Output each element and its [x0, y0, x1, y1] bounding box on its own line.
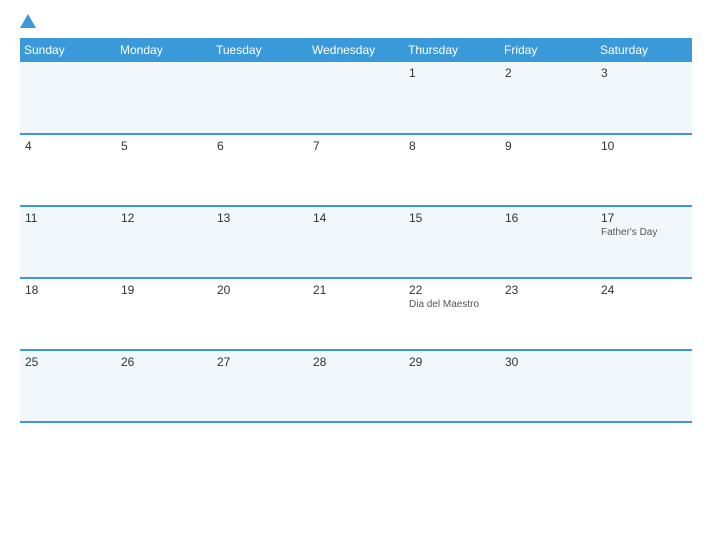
calendar-cell-empty [20, 62, 116, 134]
calendar-cell: 20 [212, 278, 308, 350]
calendar-cell: 23 [500, 278, 596, 350]
header [20, 16, 692, 28]
day-number: 9 [505, 139, 591, 153]
day-number: 30 [505, 355, 591, 369]
calendar-table: SundayMondayTuesdayWednesdayThursdayFrid… [20, 38, 692, 423]
calendar-cell: 30 [500, 350, 596, 422]
day-number: 1 [409, 66, 495, 80]
weekday-header: Saturday [596, 38, 692, 62]
calendar-cell [308, 62, 404, 134]
day-number: 20 [217, 283, 303, 297]
calendar-week-row: 18 19 20 21 22 Dia del Maestro 23 24 [20, 278, 692, 350]
weekday-header: Monday [116, 38, 212, 62]
calendar-cell: 1 [404, 62, 500, 134]
calendar-cell: 14 [308, 206, 404, 278]
weekday-header: Friday [500, 38, 596, 62]
calendar-cell: 26 [116, 350, 212, 422]
calendar-cell: 12 [116, 206, 212, 278]
calendar-cell: 25 [20, 350, 116, 422]
calendar-cell: 16 [500, 206, 596, 278]
day-number: 18 [25, 283, 111, 297]
calendar-cell: 28 [308, 350, 404, 422]
calendar-cell: 24 [596, 278, 692, 350]
day-number: 16 [505, 211, 591, 225]
event-label: Dia del Maestro [409, 299, 495, 311]
day-number: 4 [25, 139, 111, 153]
calendar-cell [596, 350, 692, 422]
calendar-cell: 3 [596, 62, 692, 134]
logo-blue-row [20, 16, 38, 28]
day-number: 2 [505, 66, 591, 80]
calendar-cell: 2 [500, 62, 596, 134]
calendar-cell: 4 [20, 134, 116, 206]
weekday-header-row: SundayMondayTuesdayWednesdayThursdayFrid… [20, 38, 692, 62]
day-number: 28 [313, 355, 399, 369]
calendar-cell: 27 [212, 350, 308, 422]
logo-triangle-icon [20, 14, 36, 28]
calendar-cell: 10 [596, 134, 692, 206]
calendar-cell: 22 Dia del Maestro [404, 278, 500, 350]
day-number: 14 [313, 211, 399, 225]
day-number: 6 [217, 139, 303, 153]
day-number: 5 [121, 139, 207, 153]
calendar-page: SundayMondayTuesdayWednesdayThursdayFrid… [0, 0, 712, 550]
calendar-cell: 5 [116, 134, 212, 206]
calendar-cell: 11 [20, 206, 116, 278]
calendar-cell: 29 [404, 350, 500, 422]
day-number: 12 [121, 211, 207, 225]
day-number: 23 [505, 283, 591, 297]
calendar-cell: 6 [212, 134, 308, 206]
day-number: 11 [25, 211, 111, 225]
day-number: 3 [601, 66, 687, 80]
calendar-cell [212, 62, 308, 134]
day-number: 29 [409, 355, 495, 369]
day-number: 19 [121, 283, 207, 297]
day-number: 24 [601, 283, 687, 297]
calendar-cell: 19 [116, 278, 212, 350]
day-number: 15 [409, 211, 495, 225]
day-number: 26 [121, 355, 207, 369]
calendar-week-row: 456789 10 [20, 134, 692, 206]
event-label: Father's Day [601, 227, 687, 239]
logo [20, 16, 38, 28]
weekday-header: Sunday [20, 38, 116, 62]
calendar-week-row: 11 12 13 14 15 16 17 Father's Day [20, 206, 692, 278]
calendar-cell: 9 [500, 134, 596, 206]
calendar-cell: 18 [20, 278, 116, 350]
day-number: 25 [25, 355, 111, 369]
weekday-header: Tuesday [212, 38, 308, 62]
day-number: 8 [409, 139, 495, 153]
calendar-cell: 7 [308, 134, 404, 206]
calendar-cell: 17 Father's Day [596, 206, 692, 278]
calendar-cell: 8 [404, 134, 500, 206]
calendar-cell [116, 62, 212, 134]
calendar-cell: 13 [212, 206, 308, 278]
calendar-cell: 15 [404, 206, 500, 278]
day-number: 21 [313, 283, 399, 297]
calendar-week-row: 123 [20, 62, 692, 134]
day-number: 17 [601, 211, 687, 225]
day-number: 22 [409, 283, 495, 297]
weekday-header: Thursday [404, 38, 500, 62]
calendar-cell: 21 [308, 278, 404, 350]
day-number: 27 [217, 355, 303, 369]
calendar-week-row: 25 26 27 28 29 30 [20, 350, 692, 422]
day-number: 13 [217, 211, 303, 225]
day-number: 7 [313, 139, 399, 153]
weekday-header: Wednesday [308, 38, 404, 62]
day-number: 10 [601, 139, 687, 153]
